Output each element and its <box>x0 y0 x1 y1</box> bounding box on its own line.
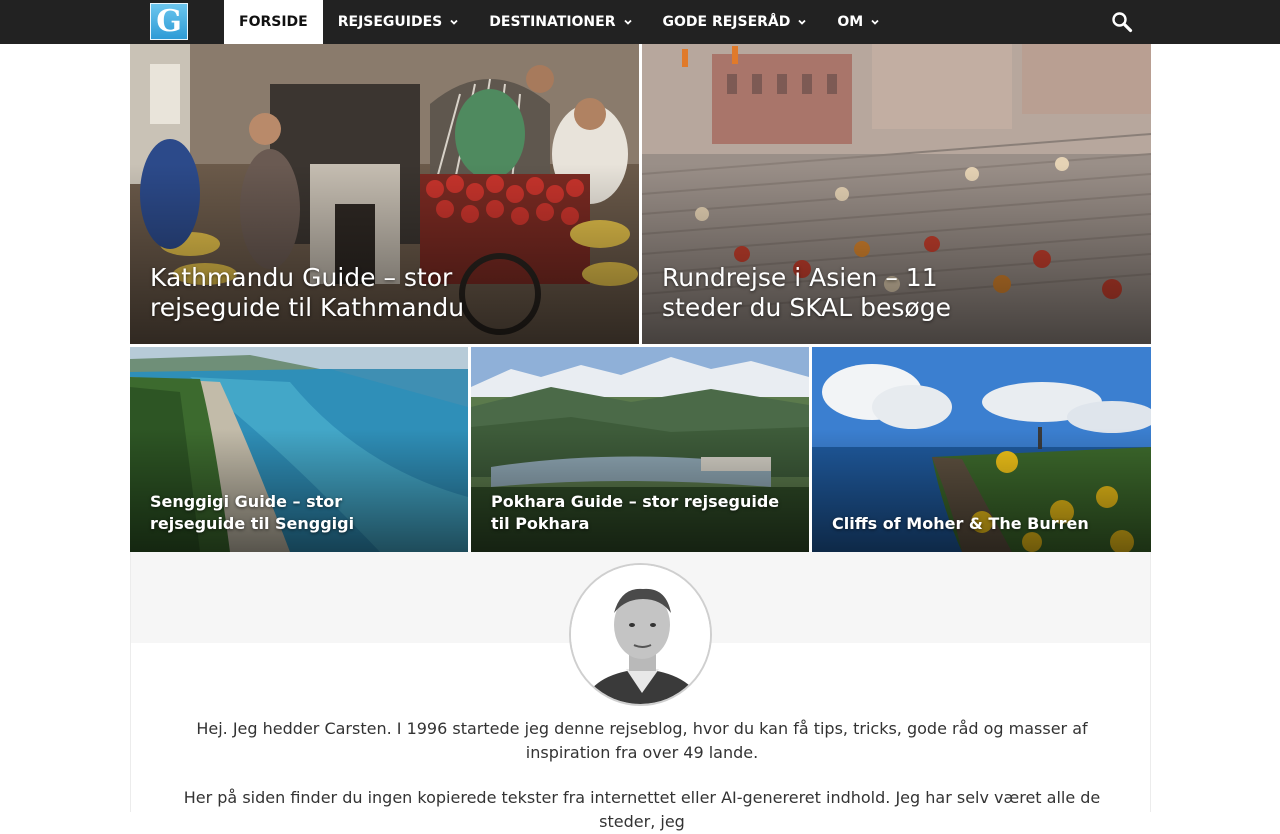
nav-item-label: DESTINATIONER <box>489 14 616 30</box>
chevron-down-icon <box>623 19 632 25</box>
featured-post-title[interactable]: Rundrejse i Asien – 11 steder du SKAL be… <box>662 263 992 323</box>
search-icon[interactable] <box>1110 10 1134 34</box>
featured-post-title[interactable]: Cliffs of Moher & The Burren <box>832 513 1122 535</box>
nav-item-label: GODE REJSERÅD <box>662 14 791 30</box>
nav-item-rejseguides[interactable]: REJSEGUIDES <box>323 0 475 44</box>
featured-post-title[interactable]: Kathmandu Guide – stor rejseguide til Ka… <box>150 263 480 323</box>
nav-item-label: FORSIDE <box>239 14 308 30</box>
featured-post-title[interactable]: Senggigi Guide – stor rejseguide til Sen… <box>150 491 440 535</box>
nav-item-forside[interactable]: FORSIDE <box>224 0 323 44</box>
featured-post-kathmandu[interactable]: Kathmandu Guide – stor rejseguide til Ka… <box>130 44 639 344</box>
featured-post-pokhara[interactable]: Pokhara Guide – stor rejseguide til Pokh… <box>471 347 809 552</box>
nav-item-label: OM <box>837 14 864 30</box>
nav-item-gode-rejserad[interactable]: GODE REJSERÅD <box>648 0 823 44</box>
top-navigation-bar: G FORSIDE REJSEGUIDES DESTINATIONER GODE… <box>0 0 1280 44</box>
author-portrait <box>571 565 710 704</box>
author-bio-paragraph: Hej. Jeg hedder Carsten. I 1996 startede… <box>196 719 1088 762</box>
nav-item-om[interactable]: OM <box>822 0 895 44</box>
author-bio-paragraph: Her på siden finder du ingen kopierede t… <box>183 788 1101 831</box>
author-box: Hej. Jeg hedder Carsten. I 1996 startede… <box>130 552 1151 831</box>
featured-post-title[interactable]: Pokhara Guide – stor rejseguide til Pokh… <box>491 491 781 535</box>
chevron-down-icon <box>450 19 458 25</box>
chevron-down-icon <box>871 19 879 25</box>
featured-post-senggigi[interactable]: Senggigi Guide – stor rejseguide til Sen… <box>130 347 468 552</box>
featured-post-cliffs-of-moher[interactable]: Cliffs of Moher & The Burren <box>812 347 1151 552</box>
featured-post-rundrejse-asien[interactable]: Rundrejse i Asien – 11 steder du SKAL be… <box>642 44 1151 344</box>
logo-letter: G <box>156 3 182 39</box>
nav-item-label: REJSEGUIDES <box>337 14 443 30</box>
chevron-down-icon <box>798 19 807 25</box>
site-logo[interactable]: G <box>150 3 188 40</box>
main-menu: FORSIDE REJSEGUIDES DESTINATIONER GODE R… <box>224 0 895 44</box>
author-avatar <box>569 563 712 706</box>
nav-item-destinationer[interactable]: DESTINATIONER <box>474 0 647 44</box>
